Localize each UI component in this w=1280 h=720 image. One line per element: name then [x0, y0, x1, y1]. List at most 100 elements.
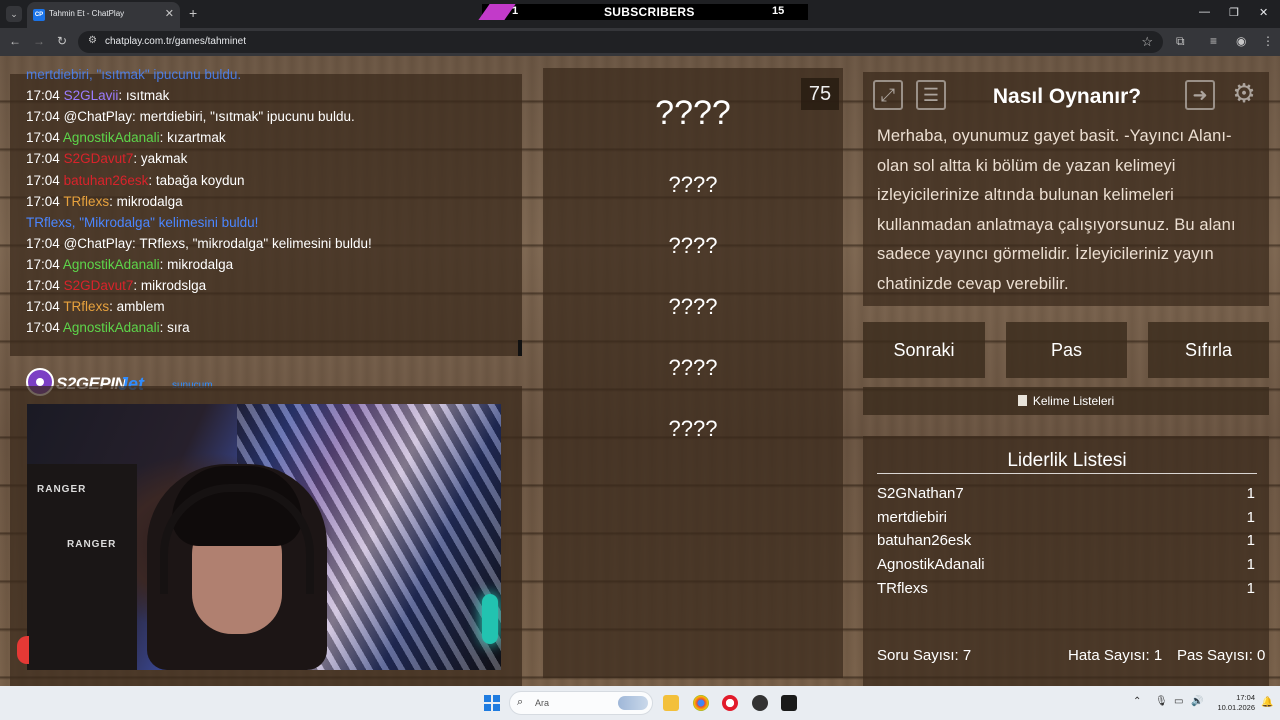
player-score: 1	[1246, 580, 1255, 597]
tray-expand-icon[interactable]: ⌃	[1133, 696, 1141, 707]
player-score: 1	[1246, 509, 1255, 526]
chat-message: TRflexs, "Mikrodalga" kelimesini buldu!	[26, 215, 258, 230]
tab-search-icon[interactable]: ⌄	[6, 6, 22, 22]
favicon-icon: CP	[33, 9, 45, 21]
settings-gear-icon[interactable]: ⚙	[1229, 80, 1259, 110]
chat-text: amblem	[112, 299, 165, 315]
chat-username[interactable]: TRflexs	[63, 299, 109, 314]
site-info-icon[interactable]: ⚙	[88, 35, 97, 46]
how-to-play-text: Merhaba, oyunumuz gayet basit. -Yayıncı …	[877, 127, 1236, 293]
close-tab-icon[interactable]: ✕	[165, 7, 174, 20]
record-indicator-icon	[17, 636, 29, 664]
reading-list-icon[interactable]: ≡	[1210, 34, 1217, 48]
browser-tab[interactable]: CP Tahmin Et - ChatPlay ✕	[27, 2, 180, 28]
player-name: S2GNathan7	[877, 485, 964, 502]
taskbar-clock[interactable]: 17:04 10.01.2026	[1211, 693, 1255, 713]
chat-username[interactable]: TRflexs, "Mikrodalga" kelimesini buldu!	[26, 215, 258, 230]
chat-timestamp: 17:04	[26, 256, 60, 272]
extensions-icon[interactable]: ⧉	[1176, 34, 1185, 49]
taskbar-search[interactable]: ⌕ Ara	[509, 691, 653, 715]
chat-timestamp: 17:04	[26, 109, 60, 125]
chat-scrollbar[interactable]	[518, 340, 522, 356]
leaderboard-row: mertdiebiri 1	[877, 509, 1257, 526]
url-text[interactable]: chatplay.com.tr/games/tahminet	[105, 36, 246, 47]
chat-username[interactable]: TRflexs	[63, 194, 109, 209]
chat-message: 17:04 S2GLavii: ısıtmak	[26, 88, 169, 103]
address-bar: ← → ↻ ⚙ chatplay.com.tr/games/tahminet ☆…	[0, 28, 1280, 56]
gaming-chair: RANGER RANGER	[27, 464, 137, 670]
chat-timestamp: 17:04	[26, 172, 60, 188]
chat-text: mertdiebiri, "ısıtmak" ipucunu buldu.	[135, 109, 355, 125]
chat-timestamp: 17:04	[26, 299, 60, 315]
minimize-icon[interactable]: —	[1199, 6, 1210, 18]
word-lists-label: Kelime Listeleri	[1032, 394, 1115, 408]
chat-message: 17:04 batuhan26esk: tabağa koydun	[26, 173, 244, 188]
opera-icon[interactable]	[722, 695, 738, 711]
exit-icon[interactable]: ➜	[1185, 80, 1215, 110]
chat-timestamp: 17:04	[26, 193, 60, 209]
bookmark-star-icon[interactable]: ☆	[1141, 34, 1153, 50]
chat-username[interactable]: @ChatPlay	[64, 236, 132, 251]
leaderboard-divider	[877, 473, 1257, 474]
chrome-icon[interactable]	[693, 695, 709, 711]
forbidden-word-5: ????	[668, 416, 718, 441]
fullscreen-icon[interactable]: ⤢	[873, 80, 903, 110]
forward-icon[interactable]: →	[33, 34, 45, 48]
pass-button[interactable]: Pas	[1006, 322, 1127, 378]
back-icon[interactable]: ←	[9, 34, 21, 48]
search-icon: ⌕	[517, 696, 524, 708]
forbidden-word-1: ????	[668, 172, 718, 197]
leaderboard-row: batuhan26esk 1	[877, 532, 1257, 549]
taskbar-search-placeholder: Ara	[535, 698, 550, 708]
terminal-app-icon[interactable]	[781, 695, 797, 711]
chat-message: 17:04 S2GDavut7: yakmak	[26, 151, 187, 166]
chat-username[interactable]: mertdiebiri, "ısıtmak" ipucunu buldu.	[26, 67, 241, 82]
reload-icon[interactable]: ↻	[57, 34, 67, 48]
chat-username[interactable]: AgnostikAdanali	[63, 130, 160, 145]
chat-username[interactable]: S2GDavut7	[64, 278, 134, 293]
chat-message: mertdiebiri, "ısıtmak" ipucunu buldu.	[26, 67, 241, 82]
chat-text: mikrodalga	[112, 193, 183, 209]
omnibox[interactable]: ⚙ chatplay.com.tr/games/tahminet ☆	[78, 31, 1163, 53]
notes-icon[interactable]: ☰	[916, 80, 946, 110]
obs-icon[interactable]	[752, 695, 768, 711]
restore-icon[interactable]: ❐	[1229, 6, 1239, 19]
chat-timestamp: 17:04	[26, 88, 60, 104]
close-window-icon[interactable]: ✕	[1259, 6, 1268, 19]
new-tab-icon[interactable]: +	[189, 5, 197, 21]
forbidden-word-3: ????	[668, 294, 718, 319]
chat-text: tabağa koydun	[152, 172, 245, 188]
word-lists-button[interactable]: Kelime Listeleri	[863, 387, 1269, 415]
player-score: 1	[1246, 532, 1255, 549]
player-name: TRflexs	[877, 580, 928, 597]
chat-username[interactable]: AgnostikAdanali	[63, 320, 160, 335]
windows-start-icon[interactable]	[484, 695, 500, 711]
chat-message: 17:04 @ChatPlay: mertdiebiri, "ısıtmak" …	[26, 109, 355, 124]
chat-text: mikrodalga	[163, 256, 234, 272]
chat-username[interactable]: S2GLavii	[64, 88, 119, 103]
notification-bell-icon[interactable]: 🔔	[1261, 697, 1273, 708]
profile-icon[interactable]: ◉	[1236, 34, 1246, 48]
chat-text: TRflexs, "mikrodalga" kelimesini buldu!	[135, 235, 372, 251]
menu-icon[interactable]: ⋮	[1262, 34, 1274, 48]
chat-timestamp: 17:04	[26, 320, 60, 336]
subscriber-overlay: 1 SUBSCRIBERS 15	[478, 4, 808, 20]
windows-taskbar: ⌕ Ara ⌃ 🎙 ▭ 🔊 17:04 10.01.2026 🔔	[0, 686, 1280, 720]
chat-username[interactable]: AgnostikAdanali	[63, 257, 160, 272]
volume-icon[interactable]: 🔊	[1191, 696, 1203, 707]
chat-username[interactable]: S2GDavut7	[64, 151, 134, 166]
chat-timestamp: 17:04	[26, 151, 60, 167]
next-button[interactable]: Sonraki	[863, 322, 985, 378]
file-explorer-icon[interactable]	[663, 695, 679, 711]
chat-message: 17:04 @ChatPlay: TRflexs, "mikrodalga" k…	[26, 236, 372, 251]
chat-text: yakmak	[137, 151, 188, 167]
chat-username[interactable]: @ChatPlay	[64, 109, 132, 124]
player-score: 1	[1246, 485, 1255, 502]
chat-username[interactable]: batuhan26esk	[64, 173, 149, 188]
network-icon[interactable]: ▭	[1174, 696, 1183, 707]
microphone-icon[interactable]: 🎙	[1155, 696, 1168, 707]
chat-timestamp: 17:04	[26, 278, 60, 293]
reset-button[interactable]: Sıfırla	[1148, 322, 1269, 378]
chat-message: 17:04 AgnostikAdanali: mikrodalga	[26, 257, 233, 272]
chat-text: sıra	[163, 320, 190, 336]
